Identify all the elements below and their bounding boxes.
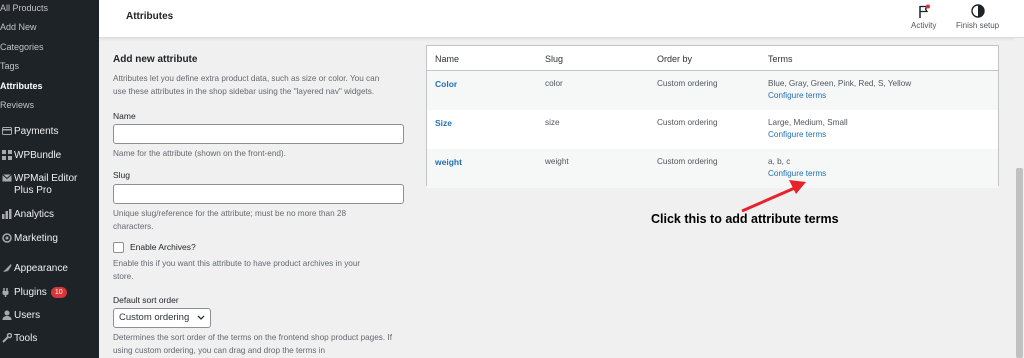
annotation-arrow: [741, 180, 806, 213]
annotation-text: Click this to add attribute terms: [651, 212, 839, 226]
scrollbar-thumb[interactable]: [1016, 168, 1023, 358]
page-scrollbar[interactable]: [1014, 38, 1024, 358]
